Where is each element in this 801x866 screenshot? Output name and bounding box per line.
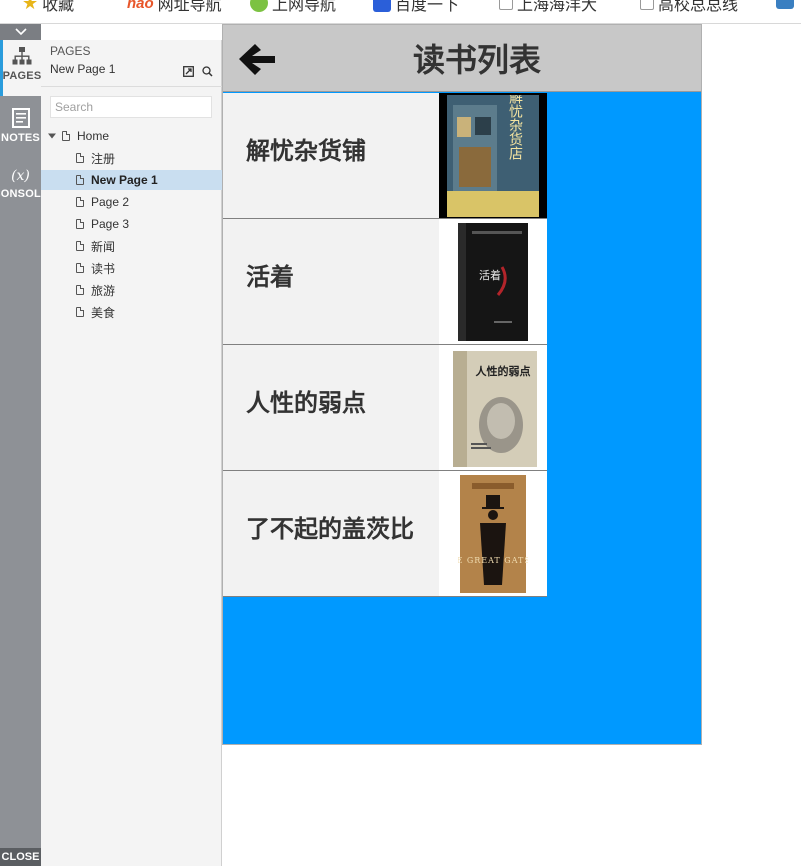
bookmark-colleges[interactable]: 高校总总线 [640, 0, 738, 15]
cover-text: THE GREAT GATSBY [458, 556, 528, 565]
cover-text: 解忧杂货店 [507, 95, 523, 160]
list-item[interactable]: 解忧杂货铺 解忧杂货店 [223, 93, 547, 219]
bookmark-shou[interactable]: 上海海洋大 [499, 0, 597, 15]
star-icon: ★ [22, 0, 39, 13]
tree-item-new-page-1[interactable]: New Page 1 [41, 170, 222, 190]
cover-text: 人性的弱点 [476, 364, 531, 378]
page-icon [76, 153, 84, 163]
page-icon [62, 131, 70, 141]
book-cover-image: THE GREAT GATSBY [439, 471, 547, 596]
tree-item-page-2[interactable]: Page 2 [41, 192, 222, 212]
screen-header: 读书列表 [223, 25, 701, 92]
book-title: 解忧杂货铺 [246, 138, 366, 165]
book-title: 活着 [246, 264, 294, 291]
page-icon [640, 0, 654, 10]
panel-header: PAGES New Page 1 [50, 44, 215, 77]
cover-text: 活着 [479, 268, 501, 282]
page-icon [76, 219, 84, 229]
tree-item-page-3[interactable]: Page 3 [41, 214, 222, 234]
book-cover-image: 解忧杂货店 [439, 93, 547, 218]
pages-panel: PAGES New Page 1 Home 注册 New Page 1 [41, 40, 222, 866]
panel-tools [183, 66, 213, 77]
list-item[interactable]: 人性的弱点 人性的弱点 [223, 345, 547, 471]
bookmark-hao[interactable]: hao 网址导航 [127, 0, 222, 15]
page-icon [76, 285, 84, 295]
bookmarks-bar: ★ 收藏 hao 网址导航 上网导航 百度一下 上海海洋大 高校总总线 [0, 0, 801, 24]
prototype-canvas: 读书列表 解忧杂货铺 解忧杂货店 活着 活着 人性的弱点 人性的弱点 了不起的盖… [222, 24, 702, 745]
tree-item-register[interactable]: 注册 [41, 148, 222, 168]
hao-logo-icon: hao [127, 0, 154, 12]
book-cover-image-4: THE GREAT GATSBY [458, 474, 528, 593]
chevron-down-icon [14, 28, 27, 36]
book-cover-image-1: 解忧杂货店 [447, 94, 539, 217]
page-icon [76, 197, 84, 207]
close-button[interactable]: CLOSE [0, 848, 41, 866]
book-cover-image-2: 活着 [458, 222, 528, 341]
back-arrow-icon[interactable] [237, 41, 277, 77]
page-tree: Home 注册 New Page 1 Page 2 Page 3 新闻 读书 旅… [41, 126, 222, 324]
divider [41, 86, 222, 87]
panel-title: PAGES [50, 44, 91, 58]
page-icon [76, 307, 84, 317]
page-title: 读书列表 [412, 42, 541, 78]
rail-tab-pages[interactable]: PAGES [0, 40, 41, 96]
book-cover-image: 活着 [439, 219, 547, 344]
rail-tab-console[interactable]: (x) CONSOLE [0, 160, 48, 216]
sidebar-rail: PAGES NOTES (x) CONSOLE CLOSE [0, 24, 48, 866]
list-item[interactable]: 活着 活着 [223, 219, 547, 345]
book-list: 解忧杂货铺 解忧杂货店 活着 活着 人性的弱点 人性的弱点 了不起的盖茨比 E … [223, 93, 547, 597]
tree-item-food[interactable]: 美食 [41, 302, 222, 322]
page-icon [76, 175, 84, 185]
tree-item-travel[interactable]: 旅游 [41, 280, 222, 300]
bookmark-baidu[interactable]: 百度一下 [373, 0, 459, 15]
book-title: 了不起的盖茨比 [246, 516, 414, 543]
notes-icon [11, 108, 30, 128]
tree-item-home[interactable]: Home [41, 126, 222, 146]
page-icon [76, 263, 84, 273]
tree-item-reading[interactable]: 读书 [41, 258, 222, 278]
bookmark-favorites[interactable]: ★ 收藏 [22, 0, 74, 15]
collapse-toggle[interactable] [0, 24, 41, 40]
baidu-paw-icon [373, 0, 391, 12]
page-icon [499, 0, 513, 10]
tree-item-news[interactable]: 新闻 [41, 236, 222, 256]
variable-icon: (x) [11, 168, 30, 184]
book-cover-image-3: 人性的弱点 [453, 350, 537, 467]
bookmark-nav[interactable]: 上网导航 [250, 0, 336, 15]
sitemap-icon [12, 47, 32, 65]
list-item[interactable]: 了不起的盖茨比 THE GREAT GATSBY [223, 471, 547, 597]
search-input[interactable] [50, 96, 212, 118]
book-title: 人性的弱点 [246, 390, 366, 417]
extension-icon [776, 0, 794, 9]
caret-down-icon[interactable] [48, 132, 56, 140]
page-icon [76, 241, 84, 251]
export-icon[interactable] [183, 66, 194, 77]
rail-tab-notes[interactable]: NOTES [0, 102, 41, 158]
bookmark-extra[interactable] [776, 0, 794, 9]
search-pages-icon[interactable] [202, 66, 213, 77]
book-cover-image: 人性的弱点 [439, 345, 547, 470]
nav-globe-icon [250, 0, 268, 12]
